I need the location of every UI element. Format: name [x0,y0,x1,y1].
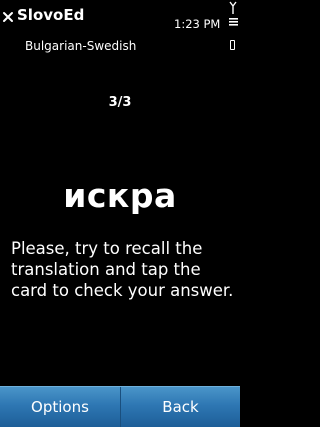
status-bar: SlovoEd Bulgarian-Swedish 1:23 PM [0,0,240,60]
options-button[interactable]: Options [0,387,120,427]
dictionary-name: Bulgarian-Swedish [25,39,137,53]
close-icon[interactable] [2,11,14,23]
flashcard-word[interactable]: искра [0,176,240,215]
battery-icon [230,40,235,50]
app-title: SlovoEd [17,6,85,24]
card-counter: 3/3 [108,95,132,110]
softkey-bar: Options Back [0,386,240,427]
clock: 1:23 PM [174,17,221,31]
signal-bars-icon [229,18,238,26]
instruction-text: Please, try to recall the translation an… [11,239,234,300]
back-button[interactable]: Back [121,387,240,427]
signal-icon [229,1,237,14]
